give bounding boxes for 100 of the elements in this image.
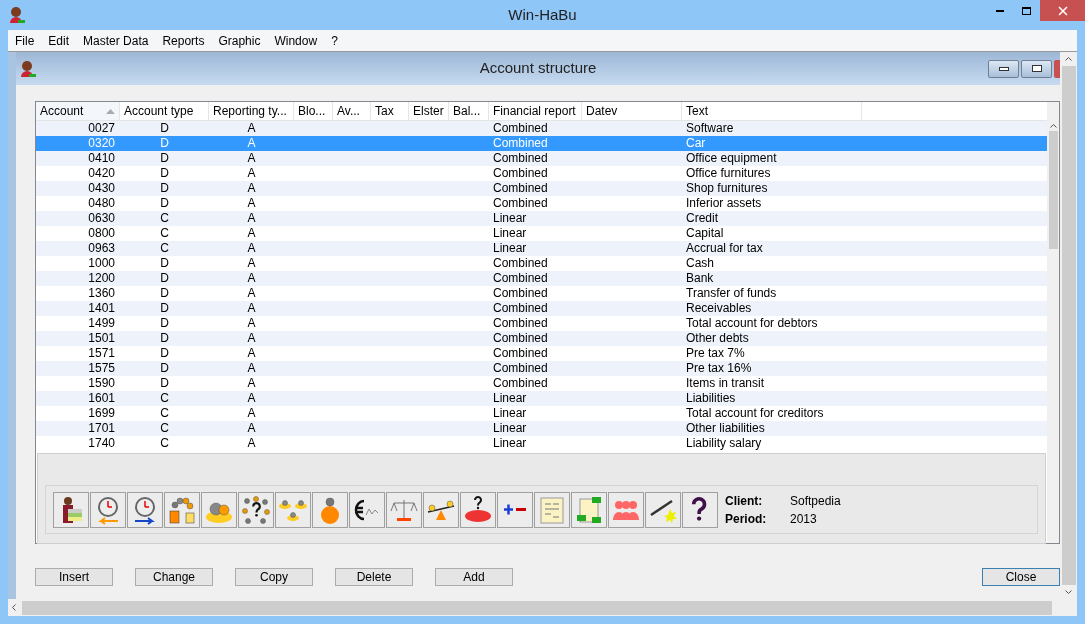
- table-cell-text: A: [246, 346, 257, 361]
- column-header[interactable]: Tax: [371, 102, 409, 120]
- table-cell-text: D: [159, 346, 170, 361]
- scroll-up-icon[interactable]: [1049, 124, 1057, 128]
- column-header[interactable]: Blo...: [294, 102, 333, 120]
- scroll-left-icon[interactable]: [12, 604, 16, 611]
- close-icon: [1057, 5, 1068, 16]
- table-row[interactable]: 0963 C A Linear Accrual for tax: [36, 241, 1047, 256]
- table-cell-text: Total account for creditors: [685, 406, 825, 421]
- table-cell-text: 1401: [87, 301, 116, 316]
- table-cell-text: D: [159, 301, 170, 316]
- table-cell-text: 0480: [87, 196, 116, 211]
- table-cell-text: Transfer of funds: [685, 286, 778, 301]
- column-header[interactable]: Account: [36, 102, 120, 120]
- table-cell-text: 1499: [87, 316, 116, 331]
- table-cell-text: A: [246, 121, 257, 136]
- toolbar-button[interactable]: [460, 491, 496, 528]
- toolbar-button[interactable]: [127, 491, 163, 528]
- table-cell-text: Car: [685, 136, 707, 151]
- table-row[interactable]: 0410 D A Combined Office equipment: [36, 151, 1047, 166]
- table-row[interactable]: 1200 D A Combined Bank: [36, 271, 1047, 286]
- scroll-up-icon[interactable]: [1065, 57, 1072, 61]
- action-button[interactable]: Copy: [235, 568, 313, 586]
- table-row[interactable]: 1501 D A Combined Other debts: [36, 331, 1047, 346]
- info-value: Softpedia: [790, 492, 841, 510]
- table-cell-text: 1740: [87, 436, 116, 451]
- column-header[interactable]: Text: [682, 102, 862, 120]
- action-button[interactable]: Change: [135, 568, 213, 586]
- sort-arrow-icon: [106, 108, 115, 114]
- action-button[interactable]: Add: [435, 568, 513, 586]
- action-button[interactable]: Insert: [35, 568, 113, 586]
- toolbar-button[interactable]: [682, 491, 718, 528]
- table-row[interactable]: 1601 C A Linear Liabilities: [36, 391, 1047, 406]
- table-cell-text: C: [159, 436, 170, 451]
- menu-item[interactable]: Edit: [41, 31, 77, 50]
- app-icon: [19, 59, 37, 78]
- table-cell-text: D: [159, 166, 170, 181]
- menu-item[interactable]: Master Data: [76, 31, 156, 50]
- menu-item[interactable]: Reports: [155, 31, 212, 50]
- table-cell-text: Receivables: [685, 301, 753, 316]
- column-header[interactable]: Av...: [333, 102, 371, 120]
- menu-item[interactable]: File: [8, 31, 42, 50]
- bowl-question-icon: [463, 494, 493, 525]
- table-row[interactable]: 1701 C A Linear Other liabilities: [36, 421, 1047, 436]
- column-header[interactable]: Elster: [409, 102, 449, 120]
- table-row[interactable]: 1575 D A Combined Pre tax 16%: [36, 361, 1047, 376]
- table-cell-text: D: [159, 151, 170, 166]
- menu-item[interactable]: Graphic: [211, 31, 268, 50]
- table-cell-text: D: [159, 361, 170, 376]
- toolbar-button[interactable]: [349, 491, 385, 528]
- info-value: 2013: [790, 510, 818, 528]
- table-cell-text: 1701: [87, 421, 116, 436]
- table-cell-text: Other liabilities: [685, 421, 766, 436]
- table-cell-text: A: [246, 376, 257, 391]
- menu-item[interactable]: ?: [324, 31, 345, 50]
- scroll-down-icon[interactable]: [1065, 590, 1072, 594]
- table-cell-text: D: [159, 181, 170, 196]
- table-cell-text: C: [159, 241, 170, 256]
- table-cell-text: A: [246, 166, 257, 181]
- table-cell-text: 1000: [87, 256, 116, 271]
- toolbar-button[interactable]: [53, 491, 89, 528]
- table-row[interactable]: 0027 D A Combined Software: [36, 121, 1047, 136]
- table-row[interactable]: 0630 C A Linear Credit: [36, 211, 1047, 226]
- table-cell-text: Combined: [492, 316, 549, 331]
- table-cell-text: Combined: [492, 121, 549, 136]
- table-cell-text: 0027: [87, 121, 116, 136]
- table-cell-text: A: [246, 301, 257, 316]
- restore-button[interactable]: [1021, 59, 1052, 78]
- table-cell-text: Shop furnitures: [685, 181, 769, 196]
- action-button[interactable]: Close: [982, 568, 1060, 586]
- table-cell-text: Bank: [685, 271, 715, 286]
- table-cell-text: Office furnitures: [685, 166, 772, 181]
- info-label: Period:: [725, 510, 768, 528]
- table-cell-text: Combined: [492, 151, 549, 166]
- table-cell-text: A: [246, 241, 257, 256]
- table-cell-text: Office equipment: [685, 151, 778, 166]
- toolbar-button[interactable]: [645, 491, 681, 528]
- table-cell-text: Combined: [492, 361, 549, 376]
- menu-item[interactable]: Window: [267, 31, 325, 50]
- table-cell-text: D: [159, 331, 170, 346]
- table-cell-text: Combined: [492, 181, 549, 196]
- table-cell-text: 0420: [87, 166, 116, 181]
- table-row[interactable]: 0430 D A Combined Shop furnitures: [36, 181, 1047, 196]
- table-cell-text: 1200: [87, 271, 116, 286]
- column-header[interactable]: Bal...: [449, 102, 489, 120]
- toolbar-button[interactable]: [238, 491, 274, 528]
- column-header[interactable]: Financial report: [489, 102, 582, 120]
- column-header[interactable]: Account type: [120, 102, 209, 120]
- table-cell-text: Combined: [492, 376, 549, 391]
- table-cell-text: 1575: [87, 361, 116, 376]
- table-cell-text: Combined: [492, 346, 549, 361]
- table-cell-text: Combined: [492, 286, 549, 301]
- table-cell-text: A: [246, 391, 257, 406]
- action-button[interactable]: Delete: [335, 568, 413, 586]
- table-row[interactable]: 1401 D A Combined Receivables: [36, 301, 1047, 316]
- column-header[interactable]: Datev: [582, 102, 682, 120]
- table-cell-text: Combined: [492, 136, 549, 151]
- minimize-button[interactable]: [988, 59, 1019, 78]
- table-cell-text: Items in transit: [685, 376, 766, 391]
- column-header[interactable]: Reporting ty...: [209, 102, 294, 120]
